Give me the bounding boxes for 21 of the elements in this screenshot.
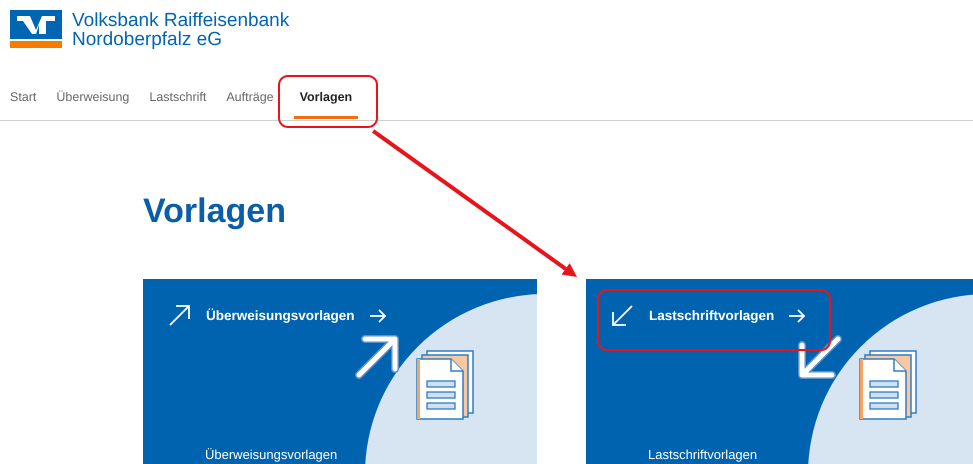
- bank-name: Nordoberpfalz eG: [72, 30, 222, 49]
- card-link[interactable]: Überweisungsvorlagen: [206, 308, 387, 323]
- nav-tab[interactable]: Start: [0, 64, 46, 119]
- bank-logo-icon: [10, 10, 62, 48]
- template-card[interactable]: Überweisungsvorlagen Überweisungsvorlagen: [143, 279, 537, 464]
- nav-tab[interactable]: Überweisung: [46, 64, 140, 119]
- nav-tab[interactable]: Lastschrift: [139, 64, 216, 119]
- diagonal-arrow-icon: [610, 303, 635, 328]
- arrow-right-icon: [368, 308, 387, 322]
- template-card[interactable]: Lastschriftvorlagen Lastschriftvorlagen: [586, 279, 973, 464]
- page-title: Vorlagen: [143, 191, 286, 232]
- card-link[interactable]: Lastschriftvorlagen: [649, 308, 806, 323]
- diagonal-arrow-icon: [167, 303, 192, 328]
- nav-tab[interactable]: Vorlagen: [290, 64, 362, 119]
- arrow-right-icon: [788, 308, 806, 322]
- document-stack-icon: [415, 349, 475, 421]
- card-caption: Lastschriftvorlagen: [648, 447, 758, 462]
- document-stack-icon: [858, 349, 918, 421]
- nav-tab[interactable]: Aufträge: [216, 64, 284, 119]
- card-caption: Überweisungsvorlagen: [205, 447, 338, 462]
- bank-name: Volksbank Raiffeisenbank: [72, 11, 290, 30]
